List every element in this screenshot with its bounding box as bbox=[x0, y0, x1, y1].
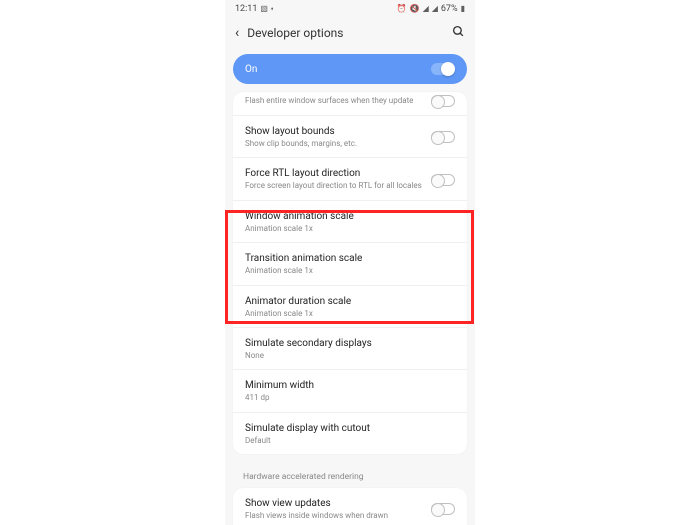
search-icon[interactable] bbox=[452, 25, 465, 41]
row-surface-updates[interactable]: Show surface updates Flash entire window… bbox=[233, 92, 467, 115]
row-subtitle: Force screen layout direction to RTL for… bbox=[245, 181, 431, 191]
mute-icon: 🔇 bbox=[410, 5, 420, 13]
signal-icon: ◢ bbox=[432, 5, 438, 13]
row-simulate-secondary-displays[interactable]: Simulate secondary displays None bbox=[233, 327, 467, 369]
row-subtitle: Flash views inside windows when drawn bbox=[245, 511, 431, 521]
image-icon: ▧ bbox=[260, 5, 268, 13]
row-animator-duration-scale[interactable]: Animator duration scale Animation scale … bbox=[233, 285, 467, 327]
status-right: ⏰ 🔇 ◢ ◢ 67% ▮ bbox=[397, 4, 465, 14]
row-title: Force RTL layout direction bbox=[245, 167, 431, 180]
on-label: On bbox=[245, 64, 257, 75]
row-title: Animator duration scale bbox=[245, 295, 455, 308]
battery-pct: 67% bbox=[441, 4, 458, 14]
developer-options-master-toggle[interactable]: On bbox=[233, 54, 467, 84]
row-subtitle: Show clip bounds, margins, etc. bbox=[245, 139, 431, 149]
row-subtitle: Default bbox=[245, 436, 455, 446]
section-header: Hardware accelerated rendering bbox=[225, 462, 475, 488]
row-title: Minimum width bbox=[245, 379, 455, 392]
status-time: 12:11 bbox=[235, 4, 257, 14]
row-minimum-width[interactable]: Minimum width 411 dp bbox=[233, 369, 467, 411]
settings-card: Show view updates Flash views inside win… bbox=[233, 488, 467, 525]
row-layout-bounds[interactable]: Show layout bounds Show clip bounds, mar… bbox=[233, 115, 467, 157]
row-show-view-updates[interactable]: Show view updates Flash views inside win… bbox=[233, 488, 467, 525]
row-title: Show layout bounds bbox=[245, 125, 431, 138]
row-subtitle: Animation scale 1x bbox=[245, 309, 455, 319]
row-subtitle: Flash entire window surfaces when they u… bbox=[245, 96, 431, 106]
row-subtitle: Animation scale 1x bbox=[245, 224, 455, 234]
row-title: Transition animation scale bbox=[245, 252, 455, 265]
row-transition-animation-scale[interactable]: Transition animation scale Animation sca… bbox=[233, 242, 467, 284]
alarm-icon: ⏰ bbox=[397, 5, 407, 13]
location-icon: ⬪ bbox=[271, 5, 273, 13]
status-bar: 12:11 ▧ ⬪ ⏰ 🔇 ◢ ◢ 67% ▮ bbox=[225, 0, 475, 18]
phone-screen: 12:11 ▧ ⬪ ⏰ 🔇 ◢ ◢ 67% ▮ ‹ Developer opti… bbox=[225, 0, 475, 525]
row-title: Simulate display with cutout bbox=[245, 422, 455, 435]
page-title: Developer options bbox=[247, 26, 444, 40]
wifi-icon: ◢ bbox=[423, 5, 429, 13]
row-subtitle: Animation scale 1x bbox=[245, 266, 455, 276]
settings-card: Show surface updates Flash entire window… bbox=[233, 92, 467, 454]
toggle-off-icon[interactable] bbox=[431, 503, 455, 515]
battery-icon: ▮ bbox=[461, 5, 465, 13]
row-subtitle: 411 dp bbox=[245, 393, 455, 403]
toggle-off-icon[interactable] bbox=[431, 131, 455, 143]
titlebar: ‹ Developer options bbox=[225, 18, 475, 48]
toggle-off-icon[interactable] bbox=[431, 95, 455, 107]
row-force-rtl[interactable]: Force RTL layout direction Force screen … bbox=[233, 157, 467, 199]
row-title: Simulate secondary displays bbox=[245, 337, 455, 350]
row-subtitle: None bbox=[245, 351, 455, 361]
row-title: Show view updates bbox=[245, 497, 431, 510]
back-arrow-icon[interactable]: ‹ bbox=[235, 25, 239, 41]
status-left: 12:11 ▧ ⬪ bbox=[235, 4, 273, 14]
row-simulate-cutout[interactable]: Simulate display with cutout Default bbox=[233, 412, 467, 454]
toggle-off-icon[interactable] bbox=[431, 174, 455, 186]
row-title: Window animation scale bbox=[245, 210, 455, 223]
toggle-on-icon bbox=[431, 63, 455, 75]
row-window-animation-scale[interactable]: Window animation scale Animation scale 1… bbox=[233, 200, 467, 242]
